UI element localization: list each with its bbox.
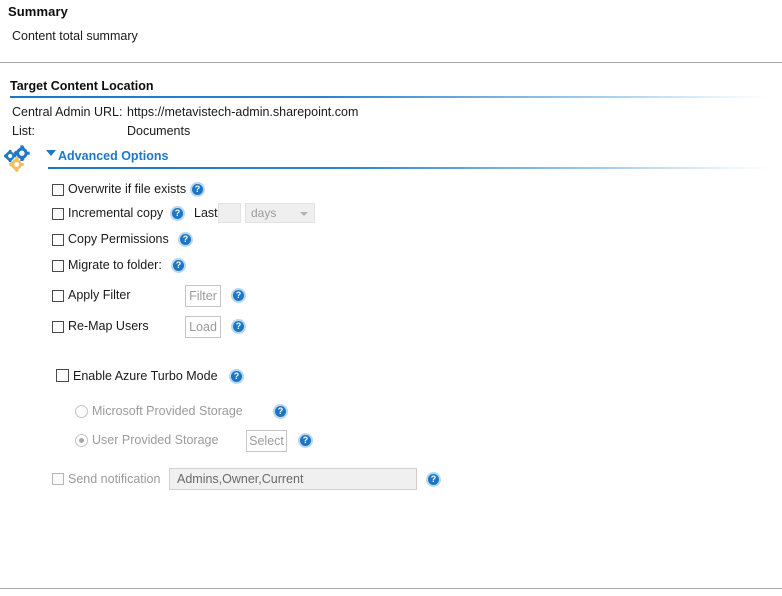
chevron-down-icon[interactable]	[46, 150, 56, 156]
advanced-options-toggle[interactable]: Advanced Options	[58, 149, 168, 163]
checkbox-migrate-to-folder[interactable]	[52, 260, 64, 272]
checkbox-send-notification[interactable]	[52, 473, 64, 485]
list-label: List:	[12, 124, 35, 138]
label-apply-filter: Apply Filter	[68, 288, 131, 302]
checkbox-incremental-copy[interactable]	[52, 208, 64, 220]
help-icon-apply-filter[interactable]	[231, 288, 246, 303]
incremental-unit-select[interactable]: days	[245, 203, 315, 223]
central-admin-url-label: Central Admin URL:	[12, 105, 123, 119]
checkbox-copy-permissions[interactable]	[52, 234, 64, 246]
radio-microsoft-provided-storage[interactable]	[75, 405, 88, 418]
label-copy-permissions: Copy Permissions	[68, 232, 169, 246]
help-icon-microsoft-provided-storage[interactable]	[273, 404, 288, 419]
label-last: Last	[194, 206, 218, 220]
chevron-down-icon-unit	[300, 212, 308, 216]
help-icon-migrate-to-folder[interactable]	[171, 258, 186, 273]
help-icon-azure-turbo-mode[interactable]	[229, 369, 244, 384]
load-button[interactable]: Load	[185, 316, 221, 338]
incremental-count-input[interactable]	[218, 203, 241, 223]
help-icon-incremental-copy[interactable]	[170, 206, 185, 221]
help-icon-overwrite[interactable]	[190, 182, 205, 197]
header-divider	[0, 62, 782, 63]
help-icon-copy-permissions[interactable]	[178, 232, 193, 247]
label-re-map-users: Re-Map Users	[68, 319, 149, 333]
checkbox-re-map-users[interactable]	[52, 321, 64, 333]
checkbox-overwrite-if-file-exists[interactable]	[52, 184, 64, 196]
radio-user-provided-storage[interactable]	[75, 434, 88, 447]
help-icon-user-provided-storage[interactable]	[298, 433, 313, 448]
filter-button[interactable]: Filter	[185, 285, 221, 307]
label-overwrite-if-file-exists: Overwrite if file exists	[68, 182, 187, 196]
checkbox-enable-azure-turbo-mode[interactable]	[56, 369, 69, 382]
label-send-notification: Send notification	[68, 472, 161, 486]
notification-recipients-input[interactable]: Admins,Owner,Current	[169, 468, 417, 490]
section-heading-target-content-location: Target Content Location	[10, 79, 154, 93]
help-icon-send-notification[interactable]	[426, 472, 441, 487]
label-migrate-to-folder: Migrate to folder:	[68, 258, 162, 272]
section-underline-advanced	[48, 167, 770, 169]
label-microsoft-provided-storage: Microsoft Provided Storage	[92, 404, 243, 418]
footer-divider	[0, 588, 782, 589]
help-icon-re-map-users[interactable]	[231, 319, 246, 334]
page-title: Summary	[8, 4, 68, 19]
gears-icon	[4, 145, 30, 173]
checkbox-apply-filter[interactable]	[52, 290, 64, 302]
incremental-unit-value: days	[251, 206, 277, 220]
page-subtitle: Content total summary	[12, 29, 138, 43]
list-value: Documents	[127, 124, 191, 138]
select-storage-button[interactable]: Select	[246, 430, 287, 452]
label-incremental-copy: Incremental copy	[68, 206, 164, 220]
section-underline-target	[10, 96, 770, 98]
label-enable-azure-turbo-mode: Enable Azure Turbo Mode	[73, 369, 218, 383]
label-user-provided-storage: User Provided Storage	[92, 433, 219, 447]
central-admin-url-value: https://metavistech-admin.sharepoint.com	[127, 105, 359, 119]
